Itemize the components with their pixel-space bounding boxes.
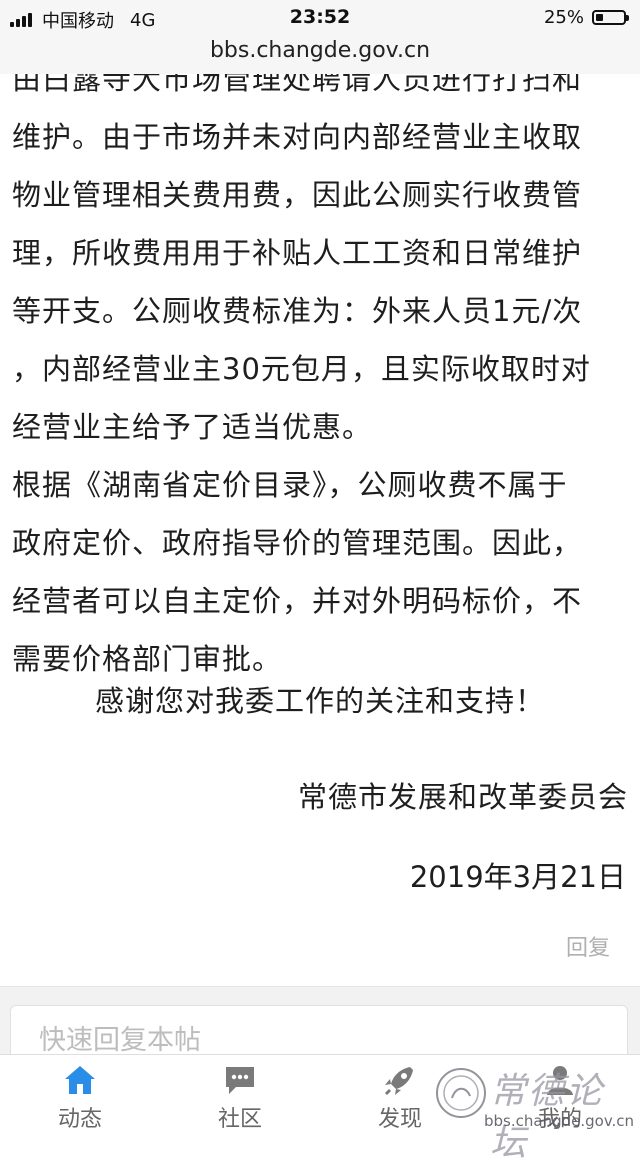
post-line: 理，所收费用用于补贴人工工资和日常维护 (12, 236, 583, 270)
battery-icon (592, 10, 629, 25)
thanks-line: 感谢您对我委工作的关注和支持！ (94, 684, 545, 718)
tab-label: 社区 (217, 1107, 262, 1132)
post-line: 经营者可以自主定价，并对外明码标价，不 (12, 584, 583, 618)
post-line: 等开支。公厕收费标准为：外来人员1元/次 (12, 294, 583, 328)
post-paragraph-2: 根据《湖南省定价目录》，公厕收费不属于 政府定价、政府指导价的管理范围。因此， … (12, 456, 632, 688)
post-date: 2019年3月21日 (409, 860, 626, 894)
watermark-seal-icon (436, 1068, 486, 1118)
chat-icon (226, 1067, 254, 1094)
post-line: 根据《湖南省定价目录》，公厕收费不属于 (12, 468, 568, 502)
tab-community[interactable]: 社区 (160, 1055, 320, 1139)
post-line: 由白露寺大市场管理处聘请人员进行打扫和 (12, 74, 583, 96)
status-right: 25% (543, 7, 629, 28)
home-icon (65, 1066, 95, 1094)
watermark-url: bbs.changde.gov.cn (484, 1112, 635, 1130)
battery-percent: 25% (543, 7, 584, 28)
watermark: 常德论坛 bbs.changde.gov.cn (434, 1062, 635, 1164)
quick-reply-area: 快速回复本帖 (0, 986, 640, 1065)
battery-fill (596, 14, 603, 21)
post-line: ，内部经营业主30元包月，且实际收取时对 (12, 352, 591, 386)
reply-button[interactable]: 回复 (566, 930, 610, 962)
tab-label: 动态 (57, 1107, 102, 1132)
post-line: 物业管理相关费用费，因此公厕实行收费管 (12, 178, 583, 212)
post-content: 由白露寺大市场管理处聘请人员进行打扫和 维护。由于市场并未对向内部经营业主收取 … (0, 74, 640, 986)
post-line: 经营业主给予了适当优惠。 (12, 410, 373, 444)
post-paragraph-1: 由白露寺大市场管理处聘请人员进行打扫和 维护。由于市场并未对向内部经营业主收取 … (12, 74, 632, 456)
status-bar: 中国移动 4G 23:52 25% (0, 0, 640, 36)
tab-dynamic[interactable]: 动态 (0, 1055, 160, 1139)
post-line: 维护。由于市场并未对向内部经营业主收取 (12, 120, 583, 154)
url-bar[interactable]: bbs.changde.gov.cn (0, 36, 640, 74)
organization-signature: 常德市发展和改革委员会 (297, 780, 628, 814)
post-line: 政府定价、政府指导价的管理范围。因此， (12, 526, 583, 560)
rocket-icon (384, 1067, 413, 1096)
